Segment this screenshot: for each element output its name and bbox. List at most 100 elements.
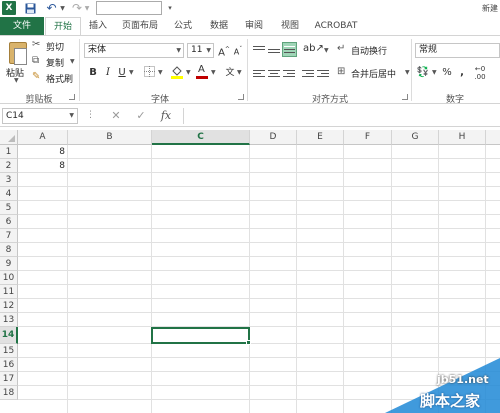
clipboard-launcher-icon[interactable]	[69, 94, 75, 100]
column-header-h[interactable]: H	[439, 130, 486, 145]
fill-color-button[interactable]	[170, 65, 184, 79]
column-header-d[interactable]: D	[250, 130, 297, 145]
watermark-site: jb51.net	[437, 373, 489, 386]
undo-icon[interactable]: ↶	[45, 1, 58, 15]
name-box[interactable]: C14 ▼	[2, 108, 78, 124]
select-all-button[interactable]	[0, 130, 18, 145]
format-painter-button[interactable]: ✎ 格式刷	[32, 71, 78, 85]
orientation-dropdown-icon[interactable]: ▼	[324, 47, 329, 54]
row-header-13[interactable]: 13	[0, 313, 18, 327]
cut-button[interactable]: ✂ 剪切	[32, 39, 72, 53]
row-header-6[interactable]: 6	[0, 215, 18, 229]
check-icon[interactable]: ✓	[133, 108, 149, 124]
font-launcher-icon[interactable]	[238, 94, 244, 100]
column-header-b[interactable]: B	[68, 130, 152, 145]
percent-button[interactable]: %	[440, 66, 454, 80]
font-name-select[interactable]: 宋体 ▼	[84, 43, 184, 58]
decrease-indent-button[interactable]	[302, 68, 314, 80]
column-header-g[interactable]: G	[392, 130, 439, 145]
row-header-5[interactable]: 5	[0, 201, 18, 215]
merge-center-button[interactable]: ⊞ 合并后居中 ▼	[337, 66, 413, 80]
align-middle-button[interactable]	[268, 44, 280, 56]
wrap-text-button[interactable]: ↵ 自动换行	[337, 43, 413, 57]
font-size-select[interactable]: 11 ▼	[187, 43, 214, 58]
currency-dropdown-icon[interactable]: ▼	[432, 69, 437, 76]
tab-formulas[interactable]: 公式	[169, 17, 197, 35]
row-header-3[interactable]: 3	[0, 173, 18, 187]
formula-input[interactable]	[183, 108, 500, 124]
underline-dropdown-icon[interactable]: ▼	[129, 69, 134, 76]
tab-page-layout[interactable]: 页面布局	[117, 17, 163, 35]
row-header-14[interactable]: 14	[0, 327, 18, 344]
fill-handle[interactable]	[246, 340, 251, 345]
close-icon[interactable]: ✕	[108, 108, 124, 124]
row-header-7[interactable]: 7	[0, 229, 18, 243]
row-header-9[interactable]: 9	[0, 257, 18, 271]
borders-button[interactable]	[142, 66, 156, 80]
orientation-icon: ab↗	[303, 43, 324, 54]
redo-dropdown-icon[interactable]: ▼	[84, 1, 90, 15]
bold-button[interactable]: B	[86, 66, 100, 80]
customize-toolbar-icon[interactable]: ▾	[166, 1, 174, 15]
row-header-12[interactable]: 12	[0, 299, 18, 313]
gridline	[18, 256, 500, 257]
save-icon[interactable]	[24, 1, 37, 15]
copy-button[interactable]: ⧉ 复制 ▼	[32, 55, 78, 69]
formula-bar-grip-icon[interactable]: ⋮	[86, 110, 95, 120]
row-header-17[interactable]: 17	[0, 372, 18, 386]
selected-cell-c14[interactable]	[151, 327, 250, 344]
row-header-16[interactable]: 16	[0, 358, 18, 372]
fill-color-dropdown-icon[interactable]: ▼	[186, 69, 191, 76]
column-header-e[interactable]: E	[297, 130, 344, 145]
column-header-c[interactable]: C	[152, 130, 250, 145]
font-color-dropdown-icon[interactable]: ▼	[211, 69, 216, 76]
increase-indent-button[interactable]	[317, 68, 329, 80]
underline-button[interactable]: U	[115, 66, 129, 80]
divider	[411, 39, 412, 101]
phonetic-dropdown-icon[interactable]: ▼	[237, 69, 242, 76]
redo-icon[interactable]: ↷	[71, 1, 83, 15]
row-header-10[interactable]: 10	[0, 271, 18, 285]
column-header-f[interactable]: F	[344, 130, 392, 145]
cell-a2[interactable]: 8	[18, 159, 68, 173]
row-header-1[interactable]: 1	[0, 145, 18, 159]
borders-dropdown-icon[interactable]: ▼	[158, 69, 163, 76]
align-left-button[interactable]	[253, 68, 265, 80]
align-top-button[interactable]	[253, 44, 265, 56]
phonetic-button[interactable]: 文	[223, 66, 237, 80]
increase-decimal-button[interactable]: ←0.00	[473, 65, 487, 81]
row-header-8[interactable]: 8	[0, 243, 18, 257]
currency-button[interactable]: 💱	[416, 66, 430, 80]
tab-home[interactable]: 开始	[45, 17, 81, 36]
cell-a1[interactable]: 8	[18, 145, 68, 159]
quick-access-input[interactable]	[96, 1, 162, 15]
row-header-15[interactable]: 15	[0, 344, 18, 358]
column-header-partial[interactable]	[486, 130, 500, 145]
insert-function-icon[interactable]: fx	[158, 108, 174, 124]
number-format-select[interactable]: 常规	[415, 43, 500, 58]
column-header-a[interactable]: A	[18, 130, 68, 145]
row-header-11[interactable]: 11	[0, 285, 18, 299]
tab-view[interactable]: 视图	[276, 17, 304, 35]
tab-insert[interactable]: 插入	[84, 17, 112, 35]
row-header-4[interactable]: 4	[0, 187, 18, 201]
orientation-button[interactable]: ab↗	[303, 42, 324, 56]
comma-button[interactable]: ,	[455, 66, 469, 80]
merge-icon: ⊞	[337, 66, 346, 77]
shrink-font-button[interactable]: Aˇ	[231, 43, 245, 57]
tab-file[interactable]: 文件	[0, 17, 44, 35]
paste-button[interactable]: 粘贴 ▼	[2, 38, 30, 86]
undo-dropdown-icon[interactable]: ▼	[59, 1, 66, 15]
row-header-18[interactable]: 18	[0, 386, 18, 400]
tab-review[interactable]: 审阅	[240, 17, 268, 35]
align-center-button[interactable]	[268, 68, 280, 80]
align-right-button[interactable]	[283, 68, 295, 80]
tab-data[interactable]: 数据	[205, 17, 233, 35]
row-header-2[interactable]: 2	[0, 159, 18, 173]
italic-button[interactable]: I	[101, 66, 115, 80]
font-color-button[interactable]: A	[196, 64, 210, 79]
alignment-launcher-icon[interactable]	[402, 94, 408, 100]
grow-font-button[interactable]: A^	[217, 43, 231, 58]
align-bottom-button[interactable]	[282, 42, 297, 57]
tab-acrobat[interactable]: ACROBAT	[311, 17, 361, 35]
